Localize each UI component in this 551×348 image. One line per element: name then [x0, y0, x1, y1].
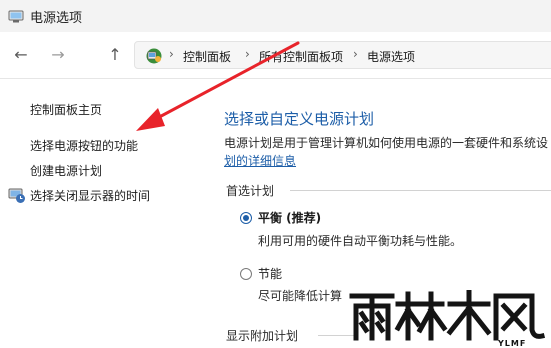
control-panel-icon — [146, 48, 162, 64]
display-clock-icon — [8, 188, 25, 203]
plan-desc-power-saver: 尽可能降低计算 — [258, 289, 343, 303]
plan-name-balanced[interactable]: 平衡 (推荐) — [258, 209, 321, 226]
breadcrumb-chevron-icon: › — [245, 47, 250, 61]
sidebar-item-choose-power-button[interactable]: 选择电源按钮的功能 — [30, 137, 138, 154]
section-divider — [290, 190, 551, 191]
plan-radio-balanced[interactable] — [240, 212, 252, 224]
svg-text:YLMF: YLMF — [497, 339, 526, 348]
breadcrumb-item-power-options[interactable]: 电源选项 — [367, 48, 415, 65]
breadcrumb-chevron-icon: › — [353, 47, 358, 61]
sidebar-item-control-panel-home[interactable]: 控制面板主页 — [30, 101, 102, 118]
navigation-bar: ← → ↑ › 控制面板 › 所有控制面板项 › 电源选项 — [0, 32, 551, 79]
plan-details-link[interactable]: 划的详细信息 — [224, 152, 296, 169]
title-bar: 电源选项 — [0, 0, 551, 32]
up-arrow-icon[interactable]: ↑ — [104, 44, 126, 66]
plan-name-power-saver[interactable]: 节能 — [258, 265, 282, 282]
plan-radio-power-saver[interactable] — [240, 268, 252, 280]
breadcrumb-chevron-icon: › — [169, 47, 174, 61]
plan-desc-balanced: 利用可用的硬件自动平衡功耗与性能。 — [258, 234, 463, 248]
power-options-icon — [8, 10, 24, 23]
address-bar[interactable]: › 控制面板 › 所有控制面板项 › 电源选项 — [134, 41, 551, 69]
ylmf-watermark-logo: YLMF — [349, 290, 546, 348]
breadcrumb-item-control-panel[interactable]: 控制面板 — [183, 48, 231, 65]
page-title: 选择或自定义电源计划 — [224, 110, 375, 128]
breadcrumb-item-all-items[interactable]: 所有控制面板项 — [259, 48, 343, 65]
page-description: 电源计划是用于管理计算机如何使用电源的一套硬件和系统设 — [224, 136, 549, 150]
forward-arrow-icon[interactable]: → — [47, 44, 69, 66]
preferred-plans-label: 首选计划 — [226, 184, 275, 198]
sidebar-item-display-off-time[interactable]: 选择关闭显示器的时间 — [30, 187, 150, 204]
back-arrow-icon[interactable]: ← — [10, 44, 32, 66]
window-title: 电源选项 — [30, 11, 83, 26]
show-additional-plans-label[interactable]: 显示附加计划 — [226, 327, 298, 344]
sidebar-item-create-power-plan[interactable]: 创建电源计划 — [30, 162, 102, 179]
